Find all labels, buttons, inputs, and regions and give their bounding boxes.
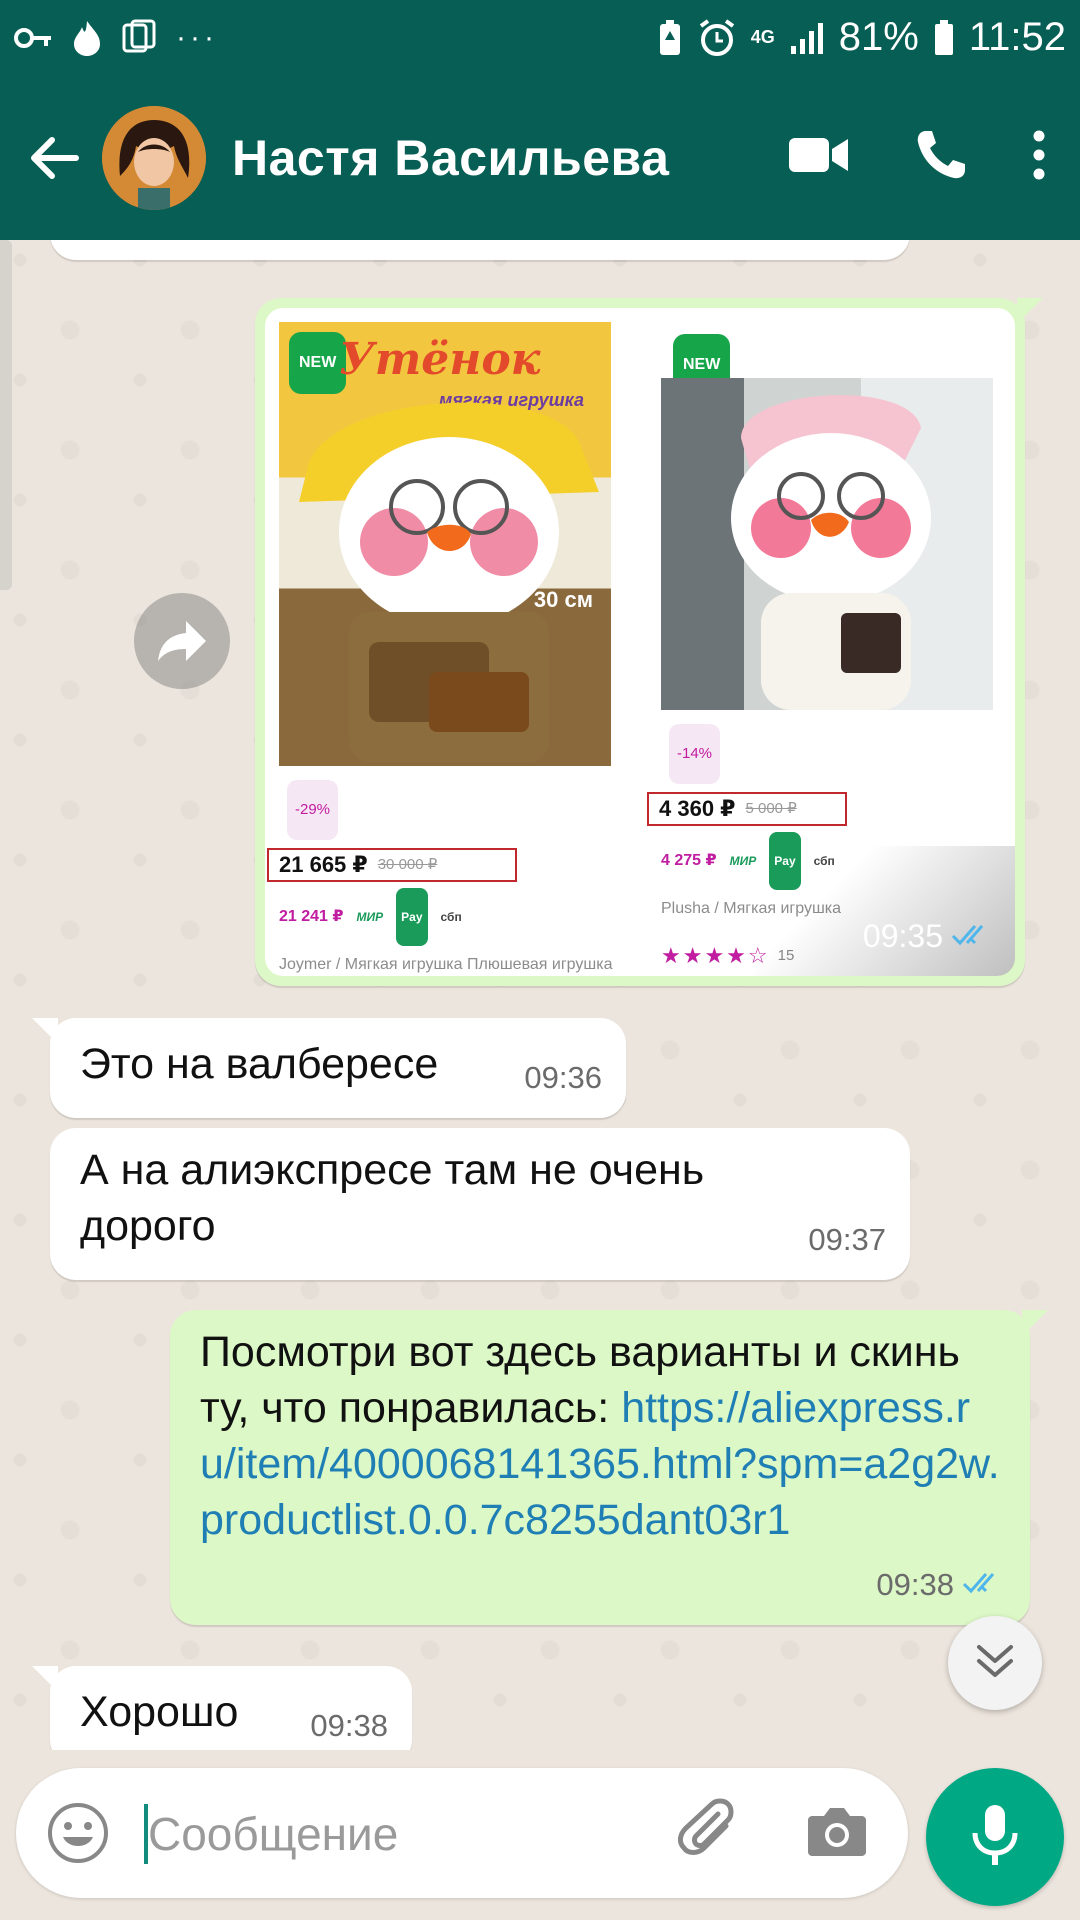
bubble-tail bbox=[32, 1666, 58, 1692]
kebab-menu-icon[interactable] bbox=[1032, 129, 1046, 186]
bubble-tail bbox=[1017, 298, 1043, 324]
double-chevron-down-icon bbox=[975, 1643, 1015, 1684]
battery-percent: 81% bbox=[838, 15, 919, 59]
mir-logo: МИР bbox=[356, 910, 384, 924]
video-call-icon[interactable] bbox=[788, 134, 850, 181]
price-row: 21 665 ₽ 30 000 ₽ bbox=[267, 848, 517, 882]
rating-stars: ★★★★☆ bbox=[661, 943, 770, 968]
price-row: 4 360 ₽ 5 000 ₽ bbox=[647, 792, 847, 826]
message-text: Хорошо bbox=[80, 1688, 239, 1736]
battery-icon bbox=[933, 19, 955, 57]
price: 4 360 ₽ bbox=[659, 796, 736, 821]
key-icon bbox=[14, 26, 54, 50]
product-description: Joymer / Мягкая игрушка Плюшевая игрушка… bbox=[279, 956, 613, 973]
discount-badge: -29% bbox=[287, 780, 339, 840]
message-time: 09:35 bbox=[863, 908, 995, 964]
battery-saver-icon bbox=[657, 19, 683, 57]
mic-button[interactable] bbox=[926, 1768, 1064, 1906]
signal-icon bbox=[789, 20, 825, 56]
product-photo: NEW Утёнок мягкая игрушка 30 см bbox=[279, 322, 611, 766]
previous-message-stub[interactable] bbox=[50, 240, 910, 260]
message-composer bbox=[16, 1768, 908, 1898]
message-body: Посмотри вот здесь варианты и скинь ту, … bbox=[200, 1324, 1000, 1548]
product-photo bbox=[661, 378, 993, 710]
message-time: 09:38 bbox=[310, 1708, 388, 1743]
message-time: 09:38 bbox=[876, 1557, 1006, 1613]
bubble-tail bbox=[32, 1018, 58, 1044]
alarm-icon bbox=[697, 18, 737, 58]
emoji-icon[interactable] bbox=[46, 1801, 110, 1870]
card-price: 21 241 ₽ bbox=[279, 908, 344, 925]
sbp-logo: сбп bbox=[440, 910, 462, 924]
message-text: Это на валбересе bbox=[80, 1040, 439, 1088]
chat-area[interactable]: NEW Утёнок мягкая игрушка 30 см -29% 21 … bbox=[0, 240, 1080, 1750]
payment-row: 21 241 ₽ МИР Pay сбп bbox=[279, 888, 619, 946]
app-icon bbox=[120, 19, 158, 57]
contact-name[interactable]: Настя Васильева bbox=[232, 129, 669, 187]
bubble-tail bbox=[1022, 1310, 1048, 1336]
mic-icon bbox=[971, 1803, 1019, 1872]
clock: 11:52 bbox=[968, 15, 1066, 59]
image-message[interactable]: NEW Утёнок мягкая игрушка 30 см -29% 21 … bbox=[255, 298, 1043, 986]
incoming-message[interactable]: Хорошо 09:38 bbox=[32, 1666, 412, 1750]
scroll-rail[interactable] bbox=[0, 240, 12, 590]
price: 21 665 ₽ bbox=[279, 852, 368, 877]
duck-toy-illustration bbox=[731, 378, 993, 710]
camera-icon[interactable] bbox=[806, 1800, 868, 1867]
time-label: 09:38 bbox=[876, 1567, 954, 1602]
avatar[interactable] bbox=[102, 105, 206, 210]
incoming-message[interactable]: Это на валбересе 09:36 bbox=[32, 1018, 626, 1118]
message-text: А на алиэкспресе там не очень дорого bbox=[80, 1146, 705, 1250]
back-arrow-icon[interactable] bbox=[18, 131, 88, 185]
shared-image[interactable]: NEW Утёнок мягкая игрушка 30 см -29% 21 … bbox=[265, 308, 1015, 976]
scroll-to-bottom-button[interactable] bbox=[948, 1616, 1042, 1710]
message-time: 09:36 bbox=[524, 1060, 602, 1095]
card-price: 4 275 ₽ bbox=[661, 852, 717, 869]
more-dots-icon: ··· bbox=[176, 20, 218, 54]
forward-button[interactable] bbox=[134, 593, 230, 689]
old-price: 30 000 ₽ bbox=[377, 856, 438, 873]
read-ticks-icon bbox=[951, 908, 995, 964]
discount-badge: -14% bbox=[669, 724, 721, 784]
message-input[interactable] bbox=[146, 1800, 670, 1868]
flame-icon bbox=[72, 19, 102, 57]
time-label: 09:35 bbox=[862, 918, 943, 954]
incoming-message[interactable]: А на алиэкспресе там не очень дорого 09:… bbox=[50, 1128, 910, 1280]
attach-icon[interactable] bbox=[676, 1798, 746, 1873]
sber-pay-logo: Pay bbox=[396, 888, 428, 946]
old-price: 5 000 ₽ bbox=[745, 800, 797, 817]
message-time: 09:37 bbox=[808, 1222, 886, 1257]
status-bar: ··· 4G 81% 11:52 bbox=[0, 0, 1080, 75]
outgoing-message[interactable]: Посмотри вот здесь варианты и скинь ту, … bbox=[170, 1310, 1048, 1625]
read-ticks-icon bbox=[962, 1557, 1006, 1613]
chat-header: Настя Васильева bbox=[0, 75, 1080, 240]
phone-icon[interactable] bbox=[914, 128, 968, 187]
product-card: NEW Утёнок мягкая игрушка 30 см -29% 21 … bbox=[267, 322, 619, 976]
network-label: 4G bbox=[750, 27, 775, 47]
size-mark: 30 см bbox=[533, 587, 593, 612]
